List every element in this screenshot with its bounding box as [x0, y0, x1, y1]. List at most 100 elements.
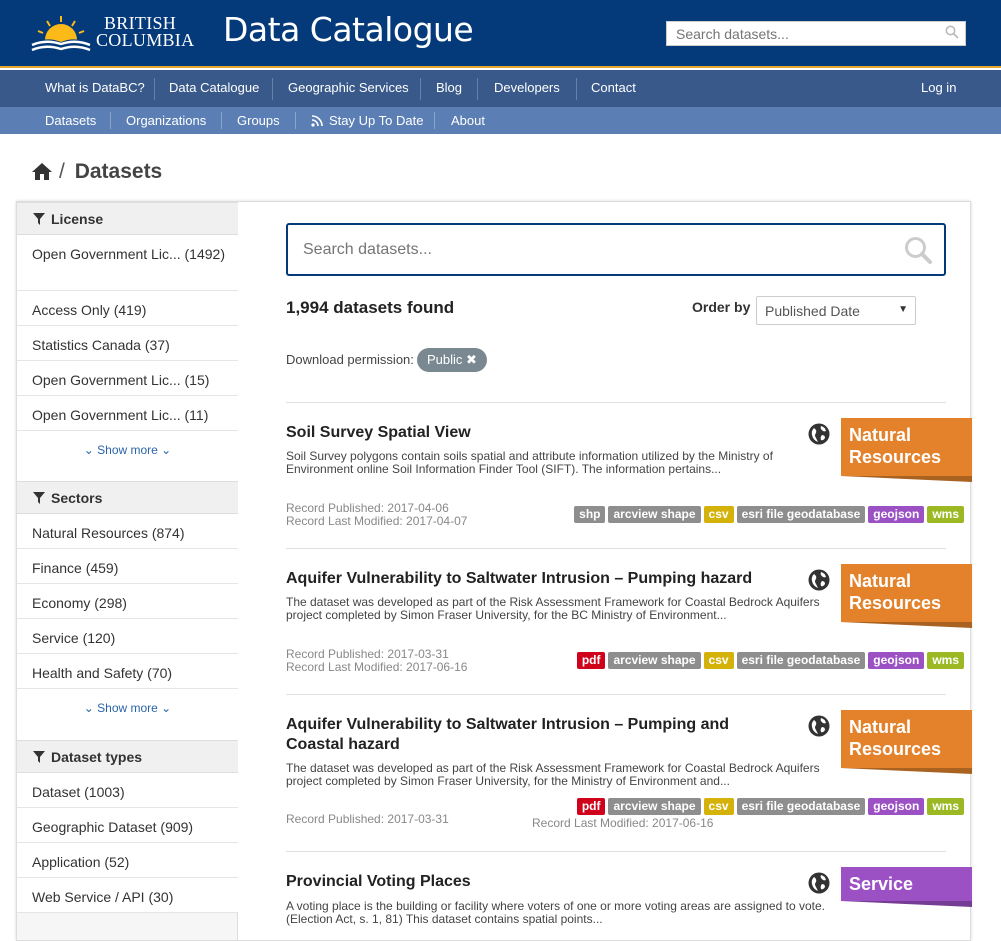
sector-ribbon[interactable]: Natural Resources [841, 418, 972, 476]
breadcrumb-separator: / [59, 160, 65, 183]
facet-heading-dataset-types: Dataset types [17, 740, 238, 773]
subnav-organizations[interactable]: Organizations [126, 113, 206, 128]
show-more-sectors[interactable]: ⌄ Show more ⌄ [17, 689, 238, 740]
subnav-stay-up-to-date[interactable]: Stay Up To Date [329, 113, 423, 128]
site-title[interactable]: Data Catalogue [223, 10, 474, 49]
format-tag[interactable]: shp [574, 506, 606, 523]
facet-item[interactable]: Geographic Dataset (909) [17, 808, 238, 843]
nav-blog[interactable]: Blog [436, 80, 462, 95]
nav-divider [576, 78, 577, 100]
format-tag[interactable]: geojson [868, 652, 925, 669]
remove-filter-icon[interactable]: ✖ [466, 352, 477, 367]
format-tags: pdf arcview shape csv esri file geodatab… [576, 798, 964, 815]
facet-item[interactable]: Web Service / API (30) [17, 878, 238, 913]
order-by-label: Order by [692, 299, 751, 315]
filter-icon [33, 492, 45, 504]
content-panel: License Open Government Lic... (1492) Ac… [16, 201, 972, 941]
dataset-modified: Record Last Modified: 2017-06-16 [532, 816, 714, 830]
result-divider [286, 694, 946, 695]
result-divider [286, 402, 946, 403]
format-tag[interactable]: pdf [576, 652, 606, 669]
dataset-modified: Record Last Modified: 2017-04-07 [286, 514, 468, 528]
show-more-label: Show more [97, 443, 158, 457]
format-tag[interactable]: geojson [868, 506, 925, 523]
results-count: 1,994 datasets found [286, 298, 455, 317]
format-tag[interactable]: esri file geodatabase [736, 798, 866, 815]
filter-pill-public[interactable]: Public ✖ [417, 348, 487, 372]
facet-item[interactable]: Dataset (1003) [17, 773, 238, 808]
dataset-modified: Record Last Modified: 2017-06-16 [286, 660, 468, 674]
format-tag[interactable]: wms [927, 652, 964, 669]
nav-contact[interactable]: Contact [591, 80, 636, 95]
facet-item[interactable]: Open Government Lic... (11) [17, 396, 238, 431]
format-tag[interactable]: wms [927, 506, 964, 523]
nav-what-is-databc[interactable]: What is DataBC? [45, 80, 145, 95]
subnav-divider [434, 112, 435, 129]
sector-ribbon[interactable]: Natural Resources [841, 564, 972, 622]
order-by-select[interactable]: Published Date ▼ [756, 296, 916, 325]
facet-item[interactable]: Application (52) [17, 843, 238, 878]
facet-item[interactable]: Finance (459) [17, 549, 238, 584]
home-icon[interactable] [31, 162, 53, 181]
login-link[interactable]: Log in [921, 80, 956, 95]
filter-icon [33, 751, 45, 763]
facet-item[interactable]: Open Government Lic... (1492) [17, 235, 238, 291]
format-tag[interactable]: csv [703, 652, 734, 669]
logo-line2: COLUMBIA [96, 30, 195, 50]
format-tag[interactable]: csv [703, 798, 734, 815]
chevron-down-icon: ⌄ [157, 443, 172, 457]
facet-item[interactable]: Economy (298) [17, 584, 238, 619]
format-tag[interactable]: esri file geodatabase [736, 652, 866, 669]
nav-divider [420, 78, 421, 100]
format-tag[interactable]: esri file geodatabase [736, 506, 866, 523]
globe-icon [808, 569, 830, 591]
filter-pill-label: Public [427, 352, 463, 367]
dataset-title[interactable]: Provincial Voting Places [286, 872, 766, 892]
dataset-search-input[interactable] [288, 225, 888, 274]
search-icon[interactable] [945, 25, 959, 39]
masthead: BRITISH COLUMBIA Data Catalogue [0, 0, 1001, 68]
facet-item[interactable]: Open Government Lic... (15) [17, 361, 238, 396]
primary-nav: What is DataBC? Data Catalogue Geographi… [0, 70, 1001, 107]
format-tag[interactable]: wms [927, 798, 964, 815]
facet-item[interactable]: Natural Resources (874) [17, 514, 238, 549]
format-tag[interactable]: arcview shape [608, 798, 701, 815]
dataset-title[interactable]: Aquifer Vulnerability to Saltwater Intru… [286, 715, 766, 755]
dataset-search [286, 223, 946, 276]
nav-developers[interactable]: Developers [494, 80, 560, 95]
chevron-down-icon: ⌄ [157, 701, 172, 715]
search-icon[interactable] [904, 236, 932, 264]
format-tag[interactable]: csv [703, 506, 734, 523]
facet-item[interactable]: Statistics Canada (37) [17, 326, 238, 361]
sector-ribbon[interactable]: Natural Resources [841, 710, 972, 768]
facet-item[interactable]: Health and Safety (70) [17, 654, 238, 689]
facet-title: Sectors [51, 490, 103, 506]
format-tag[interactable]: arcview shape [608, 506, 701, 523]
nav-geographic-services[interactable]: Geographic Services [288, 80, 409, 95]
dataset-title[interactable]: Soil Survey Spatial View [286, 423, 766, 443]
facet-item[interactable]: Service (120) [17, 619, 238, 654]
facet-heading-license: License [17, 202, 238, 235]
breadcrumb-current[interactable]: Datasets [75, 160, 163, 183]
globe-icon [808, 872, 830, 894]
show-more-license[interactable]: ⌄ Show more ⌄ [17, 431, 238, 481]
format-tags: shp arcview shape csv esri file geodatab… [574, 506, 964, 523]
nav-data-catalogue[interactable]: Data Catalogue [169, 80, 259, 95]
order-by-value: Published Date [765, 303, 860, 319]
facet-item[interactable]: Access Only (419) [17, 291, 238, 326]
subnav-divider [110, 112, 111, 129]
format-tag[interactable]: arcview shape [608, 652, 701, 669]
format-tag[interactable]: geojson [868, 798, 925, 815]
subnav-datasets[interactable]: Datasets [45, 113, 96, 128]
globe-icon [808, 423, 830, 445]
format-tag[interactable]: pdf [576, 798, 606, 815]
header-search-input[interactable] [667, 22, 937, 45]
sector-ribbon[interactable]: Service [841, 867, 972, 901]
subnav-about[interactable]: About [451, 113, 485, 128]
logo-text: BRITISH COLUMBIA [96, 14, 195, 50]
facet-title: Dataset types [51, 749, 143, 765]
subnav-divider [221, 112, 222, 129]
dataset-title[interactable]: Aquifer Vulnerability to Saltwater Intru… [286, 569, 766, 589]
dataset-item: Aquifer Vulnerability to Saltwater Intru… [286, 710, 972, 840]
subnav-groups[interactable]: Groups [237, 113, 280, 128]
